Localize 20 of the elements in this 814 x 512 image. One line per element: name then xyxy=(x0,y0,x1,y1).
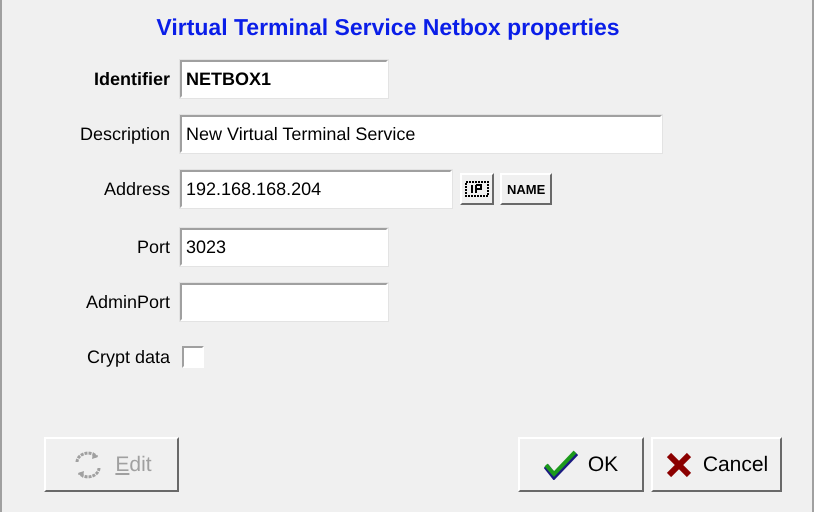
field-label: Address xyxy=(102,178,171,200)
field-label: Port xyxy=(136,236,171,258)
field-label: Crypt data xyxy=(86,346,171,368)
ip-button[interactable] xyxy=(460,173,494,205)
field-label: AdminPort xyxy=(84,292,171,312)
input-field[interactable]: NETBOX1 xyxy=(180,60,388,98)
crypt-checkbox[interactable] xyxy=(182,346,204,368)
cancel-button[interactable]: Cancel xyxy=(651,437,782,492)
field-label: Description xyxy=(78,124,171,144)
cross-icon xyxy=(664,450,693,478)
input-field[interactable]: 192.168.168.204 xyxy=(180,170,452,208)
checkmark-icon xyxy=(544,450,578,480)
input-field[interactable]: 3023 xyxy=(180,228,388,266)
input-field[interactable]: New Virtual Terminal Service xyxy=(180,115,662,153)
field-label: Identifier xyxy=(92,68,171,90)
input-field[interactable] xyxy=(180,283,388,321)
name-button[interactable]: NAME xyxy=(500,173,552,205)
dialog-title: Virtual Terminal Service Netbox properties xyxy=(155,14,621,42)
ok-button[interactable]: OK xyxy=(518,437,644,492)
ip-icon xyxy=(464,180,490,198)
